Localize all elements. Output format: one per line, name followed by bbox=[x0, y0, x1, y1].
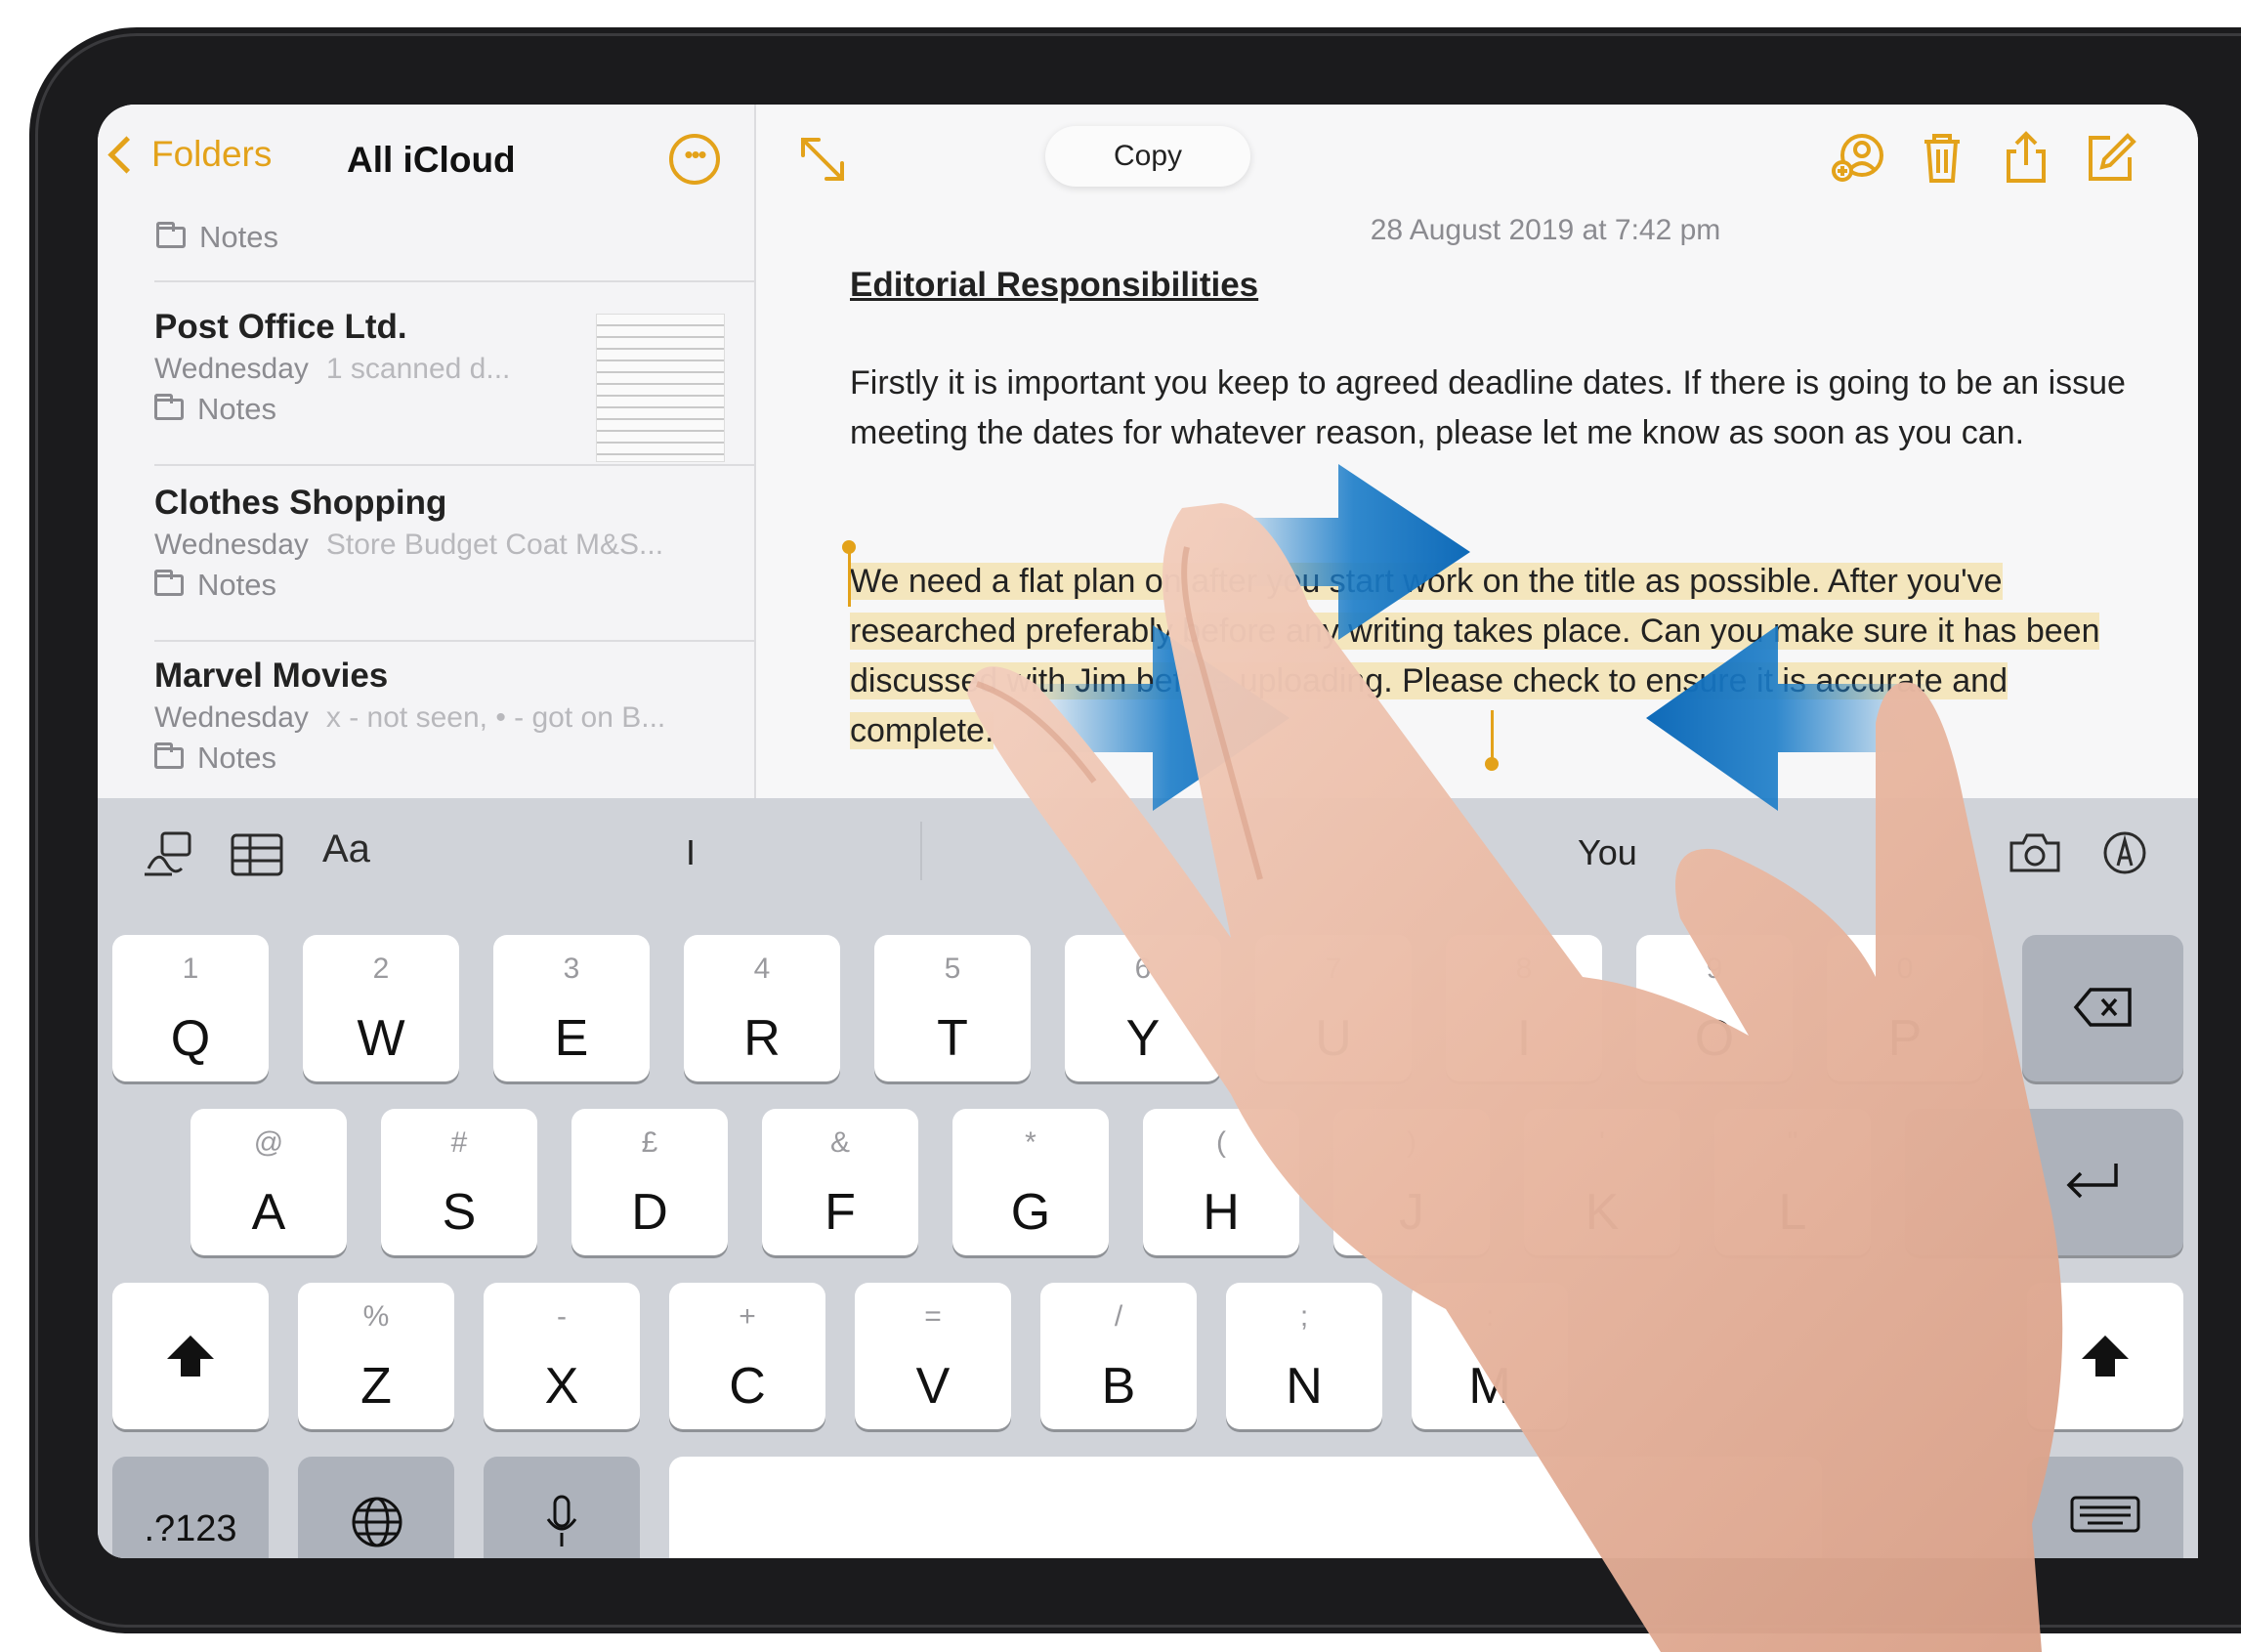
selection-end-handle[interactable] bbox=[1491, 710, 1494, 761]
key-n[interactable]: ; N bbox=[1226, 1283, 1382, 1429]
space-key[interactable] bbox=[669, 1457, 1822, 1558]
shift-icon bbox=[167, 1335, 214, 1377]
folder-icon bbox=[154, 394, 184, 420]
key-d[interactable]: £ D bbox=[571, 1109, 728, 1255]
selected-paragraph[interactable]: We need a flat plan on after you start w… bbox=[850, 557, 2149, 756]
selection-start-handle[interactable] bbox=[848, 552, 851, 607]
add-people-icon[interactable] bbox=[1829, 128, 1887, 187]
delete-key[interactable] bbox=[2022, 935, 2183, 1081]
return-icon bbox=[2066, 1164, 2118, 1199]
copy-button[interactable]: Copy bbox=[1045, 126, 1250, 187]
note-folder: Notes bbox=[154, 568, 754, 603]
key-k[interactable]: ' K bbox=[1524, 1109, 1680, 1255]
key-q[interactable]: 1Q bbox=[112, 935, 269, 1081]
key-u[interactable]: 7U bbox=[1255, 935, 1412, 1081]
selection-end-knob[interactable] bbox=[1485, 757, 1499, 771]
key-i[interactable]: 8I bbox=[1446, 935, 1602, 1081]
on-screen-keyboard: Aa I You 1Q 2W 3E 4R 5T 6Y 7U 8I 9O 0P @… bbox=[98, 798, 2198, 1558]
note-meta: Wednesday 1 scanned d... bbox=[154, 353, 511, 385]
key-f[interactable]: & F bbox=[762, 1109, 918, 1255]
note-title: Marvel Movies bbox=[154, 657, 389, 695]
key-x[interactable]: -X bbox=[484, 1283, 640, 1429]
key-r[interactable]: 4R bbox=[684, 935, 840, 1081]
suggestion-right[interactable]: You bbox=[1578, 832, 1637, 873]
format-button[interactable]: Aa bbox=[322, 827, 370, 871]
key-w[interactable]: 2W bbox=[303, 935, 459, 1081]
share-icon[interactable] bbox=[1997, 128, 2055, 187]
suggestion-left[interactable]: I bbox=[686, 832, 696, 873]
note-editor: Copy 28 August 2019 at 7:42 pm Editorial… bbox=[756, 105, 2198, 798]
key-m[interactable]: :M bbox=[1412, 1283, 1568, 1429]
return-key[interactable] bbox=[1905, 1109, 2183, 1255]
key-h[interactable]: (H bbox=[1143, 1109, 1299, 1255]
ipad-screen: Folders All iCloud ••• Notes Post Office… bbox=[98, 105, 2198, 1558]
keyboard-shortcut-bar: Aa I You bbox=[98, 798, 2198, 906]
scanned-document-thumbnail bbox=[596, 314, 725, 462]
note-title: Clothes Shopping bbox=[154, 484, 447, 522]
key-t[interactable]: 5T bbox=[874, 935, 1031, 1081]
trash-icon[interactable] bbox=[1913, 128, 1971, 187]
microphone-icon bbox=[546, 1495, 577, 1546]
hide-keyboard-key[interactable] bbox=[2027, 1457, 2183, 1558]
key-a[interactable]: @ A bbox=[190, 1109, 347, 1255]
note-date: 28 August 2019 at 7:42 pm bbox=[1370, 214, 1721, 246]
key-g[interactable]: * G bbox=[952, 1109, 1109, 1255]
compose-icon[interactable] bbox=[2081, 128, 2139, 187]
folder-label: Notes bbox=[199, 220, 278, 254]
folders-back-label: Folders bbox=[151, 134, 273, 174]
list-item[interactable]: Clothes Shopping Wednesday Store Budget C… bbox=[154, 484, 754, 642]
note-meta: Wednesday x - not seen, • - got on B... bbox=[154, 701, 666, 734]
folder-icon bbox=[154, 570, 184, 596]
key-s[interactable]: # S bbox=[381, 1109, 537, 1255]
key-b[interactable]: / B bbox=[1040, 1283, 1197, 1429]
dictation-key[interactable] bbox=[484, 1457, 640, 1558]
scribble-icon[interactable] bbox=[143, 829, 195, 878]
camera-icon[interactable] bbox=[2008, 831, 2062, 874]
key-v[interactable]: = V bbox=[855, 1283, 1011, 1429]
suggestion-divider bbox=[920, 822, 922, 880]
globe-key[interactable] bbox=[298, 1457, 454, 1558]
expand-icon[interactable] bbox=[797, 134, 848, 185]
note-heading[interactable]: Editorial Responsibilities bbox=[850, 266, 1258, 305]
note-meta: Wednesday Store Budget Coat M&S... bbox=[154, 529, 664, 561]
globe-icon bbox=[352, 1497, 402, 1547]
sidebar-title: All iCloud bbox=[347, 140, 516, 180]
key-p[interactable]: 0P bbox=[1827, 935, 1983, 1081]
key-y[interactable]: 6Y bbox=[1065, 935, 1221, 1081]
note-folder: Notes bbox=[154, 741, 754, 776]
more-options-icon[interactable]: ••• bbox=[669, 134, 720, 185]
key-l[interactable]: " L bbox=[1714, 1109, 1871, 1255]
list-item[interactable]: Marvel Movies Wednesday x - not seen, • -… bbox=[154, 657, 754, 803]
key-o[interactable]: 9O bbox=[1636, 935, 1793, 1081]
folders-back-button[interactable]: Folders bbox=[107, 134, 273, 175]
shift-key-right[interactable] bbox=[2027, 1283, 2183, 1429]
table-icon[interactable] bbox=[231, 833, 283, 876]
key-j[interactable]: ) J bbox=[1333, 1109, 1490, 1255]
top-note-folder: Notes bbox=[156, 220, 278, 255]
backspace-icon bbox=[2073, 988, 2132, 1027]
chevron-left-icon bbox=[107, 135, 146, 174]
markup-icon[interactable] bbox=[2102, 830, 2147, 875]
note-paragraph[interactable]: Firstly it is important you keep to agre… bbox=[850, 359, 2149, 458]
folder-icon bbox=[154, 742, 184, 769]
list-item[interactable]: Post Office Ltd. Wednesday 1 scanned d...… bbox=[154, 308, 754, 466]
numbers-key[interactable]: .?123 bbox=[112, 1457, 269, 1558]
keyboard-icon bbox=[2070, 1496, 2140, 1533]
shift-icon bbox=[2082, 1335, 2129, 1377]
key-c[interactable]: + C bbox=[669, 1283, 825, 1429]
key-e[interactable]: 3E bbox=[493, 935, 650, 1081]
notes-sidebar: Folders All iCloud ••• Notes Post Office… bbox=[98, 105, 756, 798]
key-z[interactable]: % Z bbox=[298, 1283, 454, 1429]
text-selection[interactable]: We need a flat plan on after you start w… bbox=[850, 563, 2100, 749]
folder-icon bbox=[156, 222, 186, 248]
shift-key-left[interactable] bbox=[112, 1283, 269, 1429]
selection-start-knob[interactable] bbox=[842, 540, 856, 554]
